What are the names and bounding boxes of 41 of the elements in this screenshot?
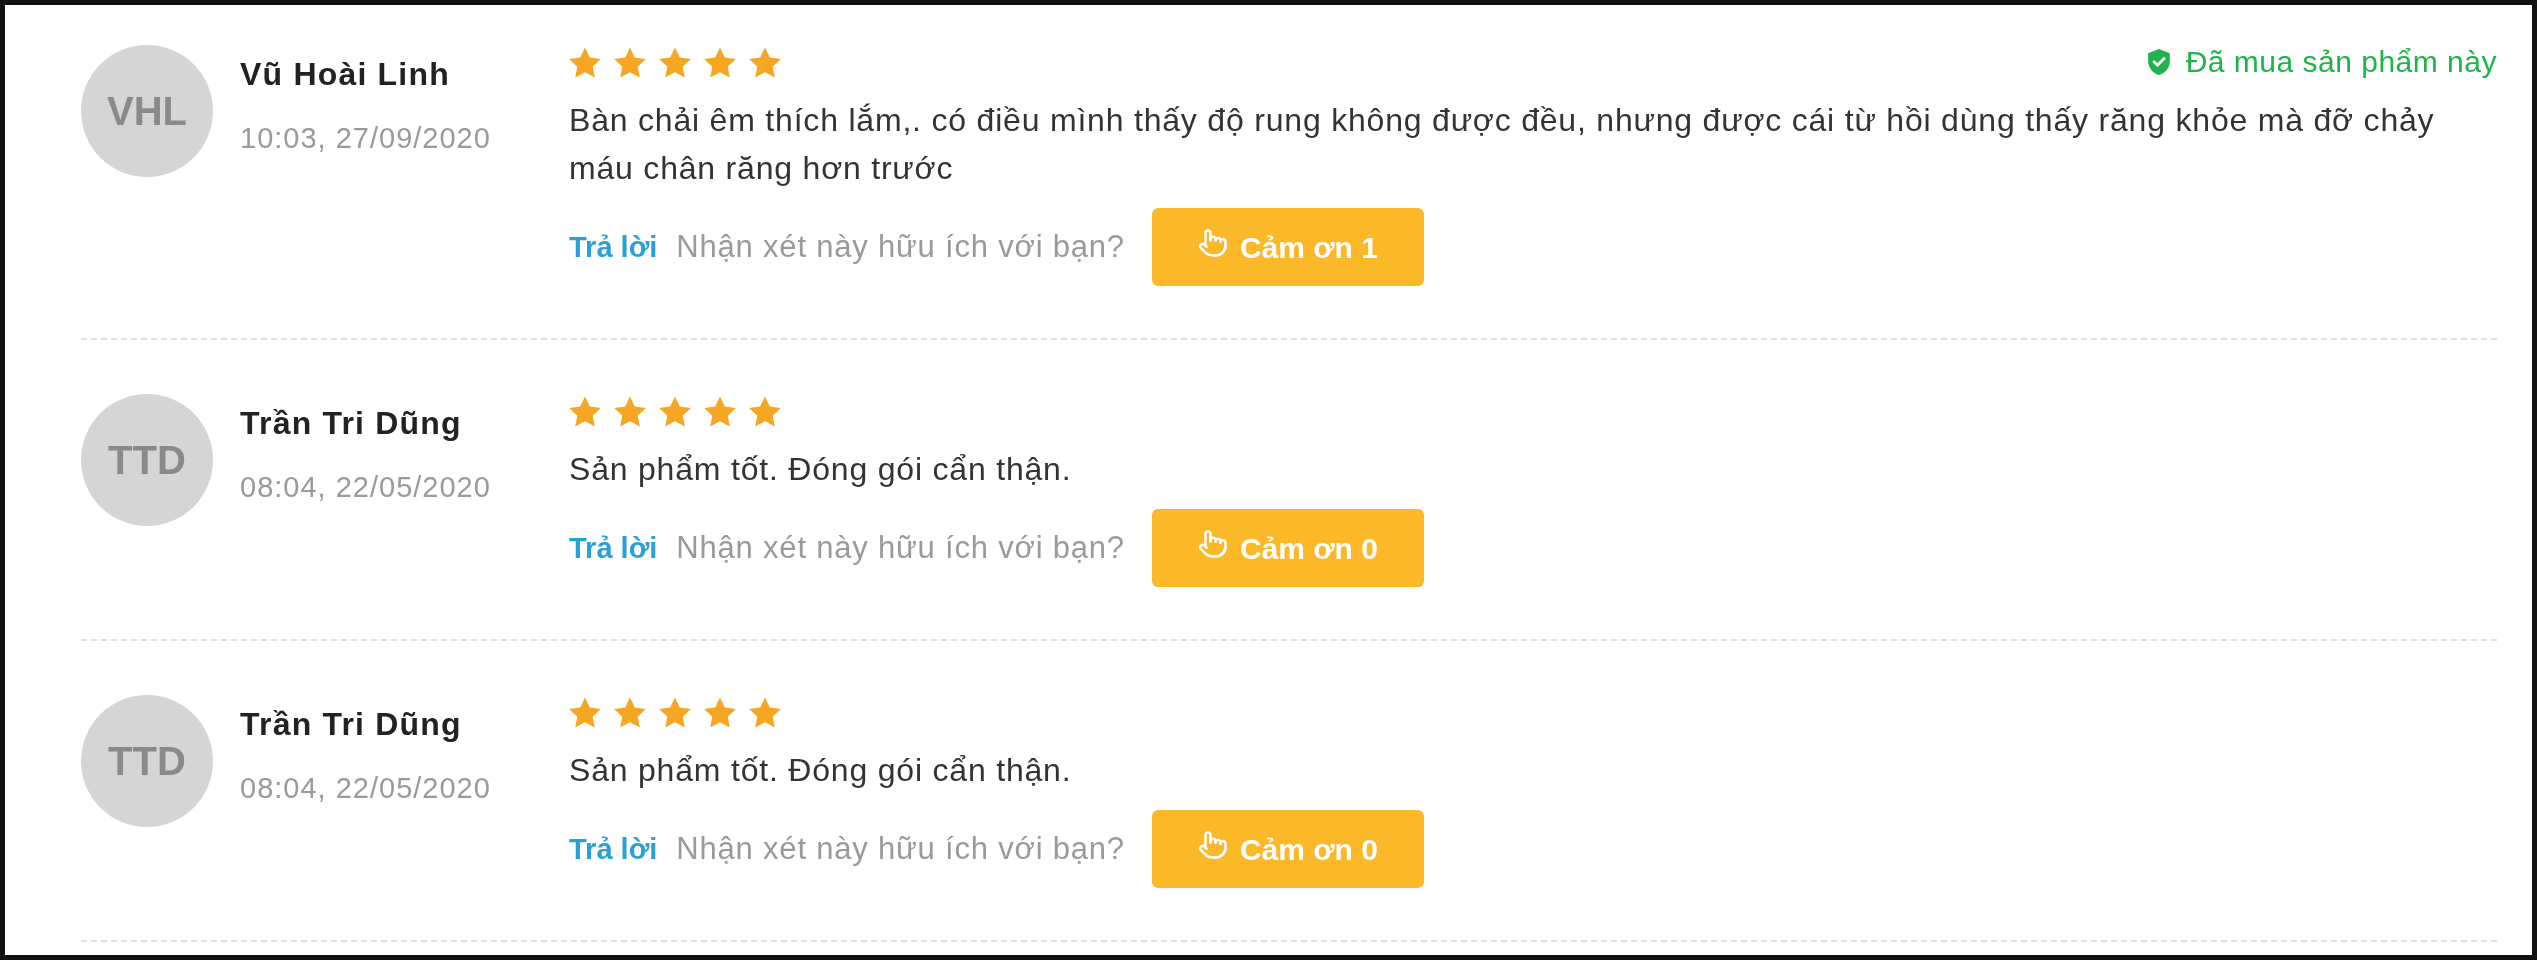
star-icon xyxy=(749,696,781,728)
avatar-initials: TTD xyxy=(81,394,213,526)
star-icon xyxy=(614,395,646,427)
shield-check-icon xyxy=(2147,49,2170,75)
star-icon xyxy=(569,46,601,78)
star-icon xyxy=(569,696,601,728)
star-icon xyxy=(659,46,691,78)
pointing-hand-icon xyxy=(1197,227,1228,259)
reply-link[interactable]: Trả lời xyxy=(569,531,658,565)
star-icon xyxy=(749,395,781,427)
star-icon xyxy=(704,46,736,78)
star-icon xyxy=(704,395,736,427)
review-text: Sản phẩm tốt. Đóng gói cẩn thận. xyxy=(569,751,1073,790)
avatar-initials: VHL xyxy=(81,45,213,177)
star-icon xyxy=(659,696,691,728)
thanks-button[interactable]: Cảm ơn 1 xyxy=(1151,208,1424,286)
thanks-button[interactable]: Cảm ơn 0 xyxy=(1151,509,1424,587)
star-icon xyxy=(749,46,781,78)
reviewer-name: Vũ Hoài Linh xyxy=(240,55,450,93)
helpful-prompt: Nhận xét này hữu ích với bạn? xyxy=(676,230,1125,264)
review-date: 10:03, 27/09/2020 xyxy=(240,121,491,155)
thanks-button[interactable]: Cảm ơn 0 xyxy=(1151,810,1424,888)
review-date: 08:04, 22/05/2020 xyxy=(240,771,491,805)
star-icon xyxy=(569,395,601,427)
reply-link[interactable]: Trả lời xyxy=(569,832,658,866)
reviewer-name: Trần Tri Dũng xyxy=(240,705,462,743)
review-date: 08:04, 22/05/2020 xyxy=(240,470,491,504)
pointing-hand-icon xyxy=(1197,528,1228,560)
review-text: Sản phẩm tốt. Đóng gói cẩn thận. xyxy=(569,450,1073,489)
helpful-prompt: Nhận xét này hữu ích với bạn? xyxy=(676,531,1125,565)
reviewer-name: Trần Tri Dũng xyxy=(240,404,462,442)
star-icon xyxy=(614,696,646,728)
helpful-prompt: Nhận xét này hữu ích với bạn? xyxy=(676,832,1125,866)
avatar-initials: TTD xyxy=(81,695,213,827)
star-icon xyxy=(614,46,646,78)
review-text: Bàn chải êm thích lắm,. có điều mình thấy độ rung không được đều, nhưng được cái từ hồi dùng thấy răng khỏe mà đỡ chảy máu chân răng hơn trước xyxy=(569,101,2436,188)
verified-purchase-label: Đã mua sản phẩm này xyxy=(2185,45,2497,79)
star-icon xyxy=(704,696,736,728)
pointing-hand-icon xyxy=(1197,829,1228,861)
reply-link[interactable]: Trả lời xyxy=(569,230,658,264)
star-icon xyxy=(659,395,691,427)
